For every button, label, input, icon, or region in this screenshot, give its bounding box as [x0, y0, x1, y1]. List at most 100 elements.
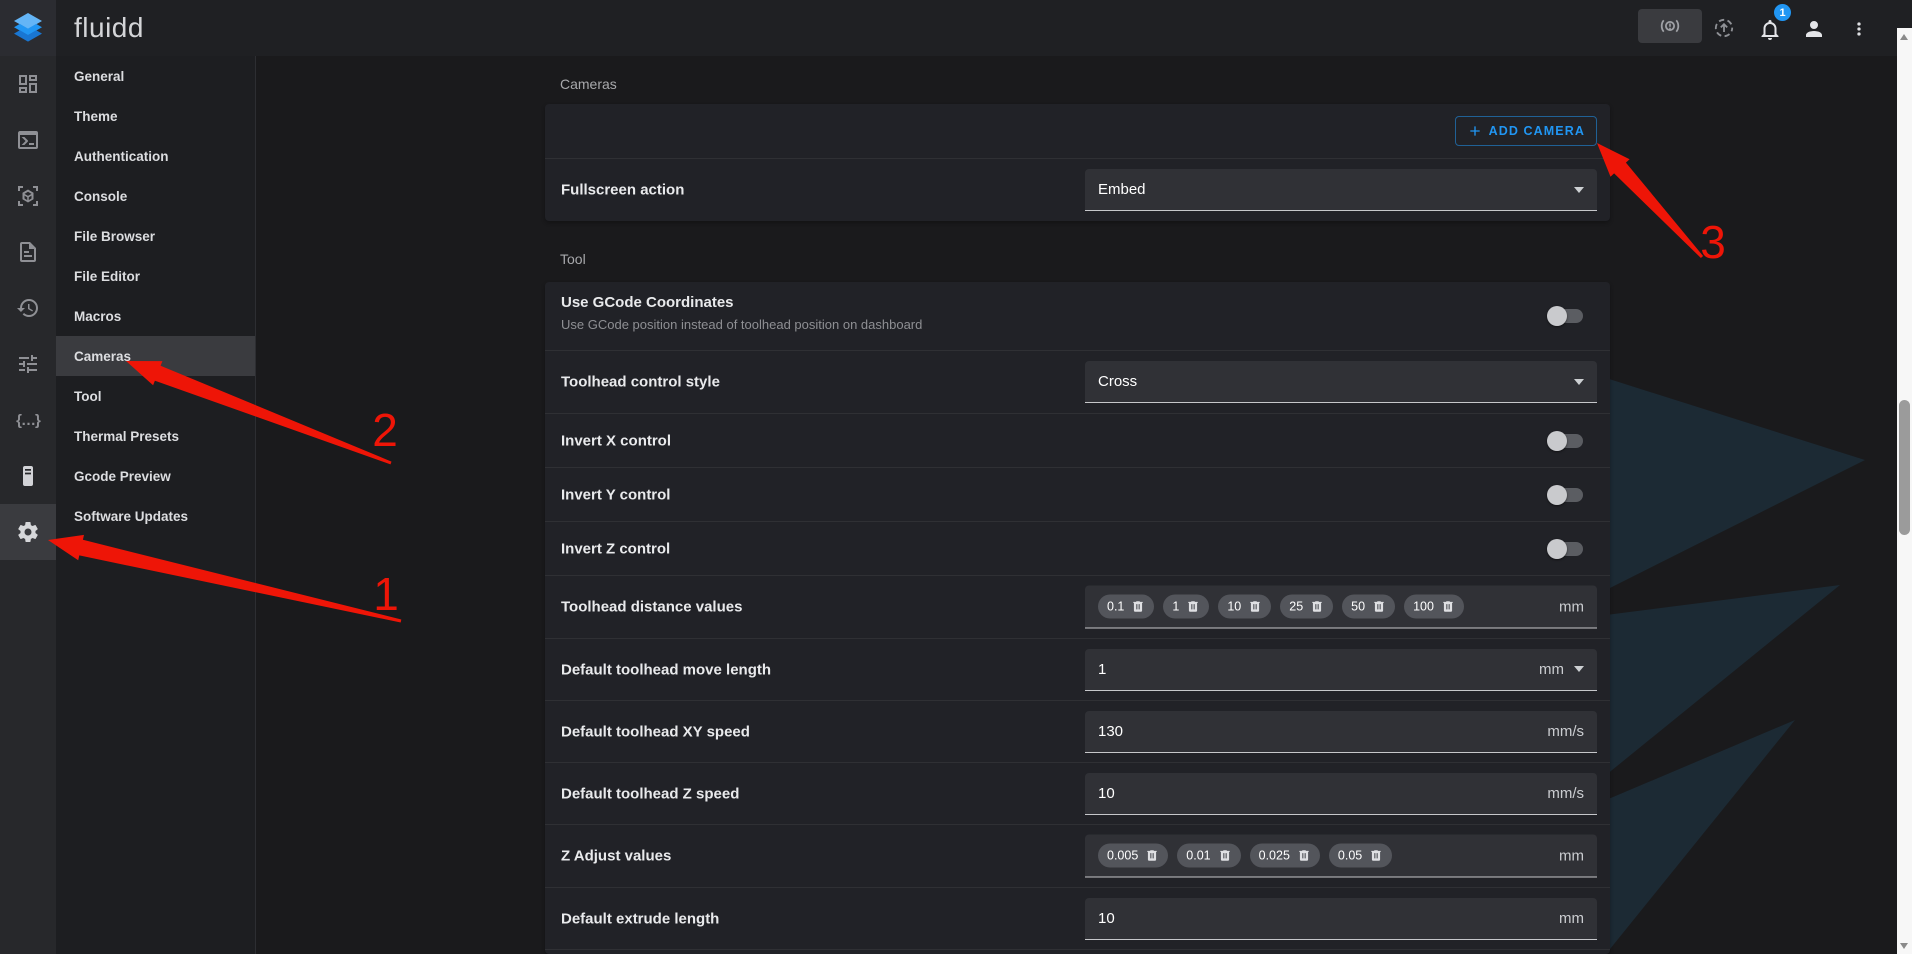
setting-control: 1mm: [1085, 639, 1597, 700]
select-toolhead-control-style[interactable]: Cross: [1085, 361, 1597, 403]
value-chip-10[interactable]: 10: [1218, 595, 1271, 619]
trash-icon[interactable]: [1248, 600, 1262, 614]
page-scrollbar: [1897, 28, 1912, 954]
trash-icon[interactable]: [1218, 849, 1232, 863]
toggle-invert-z-control[interactable]: [1547, 539, 1585, 559]
system-icon: [16, 464, 40, 488]
trash-icon[interactable]: [1441, 600, 1455, 614]
select-fullscreen-action[interactable]: Embed: [1085, 169, 1597, 211]
trash-icon[interactable]: [1131, 600, 1145, 614]
app-title: fluidd: [74, 12, 144, 44]
trash-icon[interactable]: [1297, 849, 1311, 863]
fluidd-logo[interactable]: [0, 0, 56, 56]
nav-item-file-editor[interactable]: File Editor: [56, 256, 255, 296]
dots-vertical-icon: [1849, 19, 1869, 39]
input-default-toolhead-xy-speed[interactable]: 130mm/s: [1085, 711, 1597, 753]
scrollbar-up-arrow[interactable]: [1900, 34, 1908, 40]
tool-card: Use GCode CoordinatesUse GCode position …: [545, 282, 1610, 954]
toggle-knob: [1547, 485, 1567, 505]
nav-item-tool[interactable]: Tool: [56, 376, 255, 416]
value-chip-25[interactable]: 25: [1280, 595, 1333, 619]
nav-item-software-updates[interactable]: Software Updates: [56, 496, 255, 536]
nav-item-label: Gcode Preview: [74, 469, 171, 484]
scrollbar-thumb[interactable]: [1899, 400, 1910, 535]
chips-field-toolhead-distance-values[interactable]: 0.11102550100mm: [1085, 586, 1597, 629]
nav-item-general[interactable]: General: [56, 56, 255, 96]
nav-item-console[interactable]: Console: [56, 176, 255, 216]
trash-icon[interactable]: [1186, 600, 1200, 614]
nav-item-theme[interactable]: Theme: [56, 96, 255, 136]
setting-control: 10mm/s: [1085, 763, 1597, 824]
rail-item-settings[interactable]: [0, 504, 56, 560]
setting-row-invert-x-control: Invert X control: [545, 413, 1610, 467]
value-chip-100[interactable]: 100: [1404, 595, 1464, 619]
unit-label: mm: [1559, 910, 1584, 927]
setting-row-fullscreen-action: Fullscreen action Embed: [545, 158, 1610, 221]
macros-icon: {…}: [16, 408, 40, 432]
scrollbar-down-arrow[interactable]: [1900, 943, 1908, 949]
setting-label: Toolhead distance values: [561, 599, 742, 616]
nav-item-label: Thermal Presets: [74, 429, 179, 444]
rail-item-tune[interactable]: [0, 336, 56, 392]
nav-item-label: Software Updates: [74, 509, 188, 524]
nav-item-gcode-preview[interactable]: Gcode Preview: [56, 456, 255, 496]
nav-item-label: Console: [74, 189, 127, 204]
chip-value: 0.1: [1107, 600, 1124, 614]
rail-item-console[interactable]: [0, 112, 56, 168]
chevron-down-icon: [1574, 666, 1584, 672]
annotation-number-2: 2: [372, 404, 398, 456]
setting-label: Z Adjust values: [561, 848, 671, 865]
input-default-toolhead-move-length[interactable]: 1mm: [1085, 649, 1597, 691]
value-chip-0-005[interactable]: 0.005: [1098, 844, 1168, 868]
setting-label: Invert Z control: [561, 540, 670, 557]
nav-item-authentication[interactable]: Authentication: [56, 136, 255, 176]
setting-label: Default extrude length: [561, 910, 719, 927]
add-camera-label: ADD CAMERA: [1489, 124, 1585, 138]
trash-icon[interactable]: [1372, 600, 1386, 614]
emergency-stop-button[interactable]: [1638, 9, 1702, 43]
value-chip-0-05[interactable]: 0.05: [1329, 844, 1392, 868]
trash-icon[interactable]: [1310, 600, 1324, 614]
toggle-knob: [1547, 431, 1567, 451]
toggle-invert-y-control[interactable]: [1547, 485, 1585, 505]
setting-label: Default toolhead XY speed: [561, 723, 750, 740]
input-default-toolhead-z-speed[interactable]: 10mm/s: [1085, 773, 1597, 815]
nav-item-cameras[interactable]: Cameras: [56, 336, 255, 376]
input-value: 10: [1098, 785, 1115, 802]
rail-item-macros[interactable]: {…}: [0, 392, 56, 448]
updates-available-button[interactable]: [1712, 16, 1736, 40]
nav-item-label: Cameras: [74, 349, 131, 364]
notification-badge: 1: [1774, 4, 1791, 21]
toggle-use-gcode-coordinates[interactable]: [1547, 306, 1585, 326]
chips-field-z-adjust-values[interactable]: 0.0050.010.0250.05mm: [1085, 835, 1597, 878]
overflow-menu-button[interactable]: [1849, 19, 1869, 39]
rail-item-dashboard[interactable]: [0, 56, 56, 112]
select-value: Embed: [1098, 181, 1146, 198]
value-chip-50[interactable]: 50: [1342, 595, 1395, 619]
add-camera-button[interactable]: ADD CAMERA: [1455, 116, 1597, 146]
trash-icon[interactable]: [1369, 849, 1383, 863]
setting-row-default-toolhead-xy-speed: Default toolhead XY speed 130mm/s: [545, 700, 1610, 762]
setting-row-invert-y-control: Invert Y control: [545, 467, 1610, 521]
setting-row-toolhead-control-style: Toolhead control styleCross: [545, 350, 1610, 413]
rail-item-history[interactable]: [0, 280, 56, 336]
value-chip-0-1[interactable]: 0.1: [1098, 595, 1154, 619]
toggle-invert-x-control[interactable]: [1547, 431, 1585, 451]
value-chip-0-025[interactable]: 0.025: [1250, 844, 1320, 868]
input-default-extrude-length[interactable]: 10mm: [1085, 898, 1597, 940]
nav-item-label: General: [74, 69, 124, 84]
rail-item-gcode-preview[interactable]: [0, 168, 56, 224]
nav-item-file-browser[interactable]: File Browser: [56, 216, 255, 256]
chevron-down-icon: [1574, 187, 1584, 193]
account-button[interactable]: [1802, 17, 1826, 41]
setting-label: Fullscreen action: [561, 182, 684, 199]
value-chip-1[interactable]: 1: [1163, 595, 1209, 619]
rail-item-file-browser[interactable]: [0, 224, 56, 280]
input-value: 1: [1098, 661, 1106, 678]
rail-item-system[interactable]: [0, 448, 56, 504]
notifications-button[interactable]: [1758, 18, 1782, 42]
nav-item-macros[interactable]: Macros: [56, 296, 255, 336]
value-chip-0-01[interactable]: 0.01: [1177, 844, 1240, 868]
nav-item-thermal-presets[interactable]: Thermal Presets: [56, 416, 255, 456]
trash-icon[interactable]: [1145, 849, 1159, 863]
